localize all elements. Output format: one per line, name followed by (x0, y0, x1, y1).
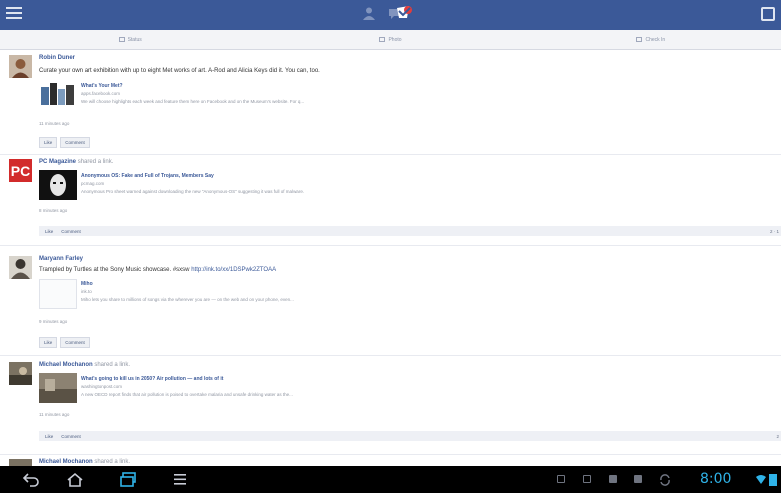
author-name[interactable]: Michael Mochanon shared a link. (39, 459, 130, 465)
avatar[interactable] (9, 55, 32, 78)
like-comment-counts[interactable]: 2 (776, 434, 779, 439)
check-in-button[interactable]: Check In (521, 30, 781, 49)
avatar[interactable] (9, 362, 32, 385)
news-feed: Robin Duner Curate your own art exhibiti… (0, 50, 781, 466)
link-thumbnail[interactable] (39, 170, 77, 200)
link-thumbnail[interactable] (39, 79, 77, 109)
link-title[interactable]: Miho (81, 281, 93, 287)
post-message: Trampled by Turtles at the Sony Music sh… (39, 267, 277, 273)
gallery-icon[interactable] (583, 475, 591, 483)
link-domain: washingtonpost.com (81, 384, 123, 389)
link-domain: ink.to (81, 289, 92, 294)
facebook-top-bar (0, 0, 781, 30)
back-icon[interactable] (22, 472, 40, 487)
author-name[interactable]: PC Magazine shared a link. (39, 159, 113, 165)
link-title[interactable]: What's Your Met? (81, 83, 123, 89)
like-button[interactable]: Like (45, 434, 53, 439)
wifi-icon (756, 475, 766, 484)
recent-apps-icon[interactable] (119, 472, 139, 488)
photo-icon[interactable] (634, 475, 642, 483)
post-actions: Like Comment (39, 337, 90, 348)
link-title[interactable]: What's going to kill us in 2050? Air pol… (81, 376, 223, 382)
post-divider (0, 245, 781, 246)
post-timestamp: 8 minutes ago (39, 208, 68, 213)
link-thumbnail[interactable] (39, 279, 77, 309)
friend-requests-icon[interactable] (362, 6, 376, 20)
post-message: Curate your own art exhibition with up t… (39, 68, 320, 74)
chat-icon[interactable] (761, 7, 775, 21)
link-domain: apps.facebook.com (81, 91, 121, 96)
status-icon (118, 37, 125, 42)
post-timestamp: 9 minutes ago (39, 319, 68, 324)
composer-action-bar: Status Photo Check In (0, 30, 781, 50)
like-button[interactable]: Like (45, 229, 53, 234)
menu-icon[interactable] (173, 472, 187, 487)
post-actions: Like Comment (39, 137, 90, 148)
link-description: We will choose highlights each week and … (81, 99, 305, 104)
svg-text:PC: PC (11, 163, 30, 179)
author-name[interactable]: Robin Duner (39, 55, 75, 61)
comment-button[interactable]: Comment (61, 229, 81, 234)
battery-icon (769, 474, 777, 486)
author-name[interactable]: Maryann Farley (39, 256, 83, 262)
notifications-icon[interactable] (393, 4, 415, 22)
post-actions-bar: Like Comment 2 (39, 431, 781, 441)
post-divider (0, 355, 781, 356)
status-clock[interactable]: 8:00 (700, 471, 731, 487)
avatar[interactable] (9, 459, 32, 466)
link-description: Anonymous Pro sheet warned against downl… (81, 189, 305, 194)
screenshot-icon[interactable] (557, 475, 565, 483)
post-timestamp: 11 minutes ago (39, 412, 70, 417)
comment-button[interactable]: Comment (60, 337, 90, 348)
menu-icon[interactable] (6, 7, 22, 21)
photo-button[interactable]: Photo (260, 30, 520, 49)
post-actions-bar: Like Comment 2 · 1 (39, 226, 781, 236)
like-button[interactable]: Like (39, 337, 58, 348)
sync-icon (660, 474, 670, 486)
post-divider (0, 154, 781, 155)
comment-button[interactable]: Comment (60, 137, 90, 148)
link-thumbnail[interactable] (39, 373, 77, 403)
system-navigation-bar: 8:00 (0, 466, 781, 493)
like-comment-counts[interactable]: 2 · 1 (770, 229, 779, 234)
status-button[interactable]: Status (0, 30, 260, 49)
check-in-icon (636, 37, 643, 42)
post-timestamp: 11 minutes ago (39, 121, 70, 126)
link-description: A new OECD report finds that air polluti… (81, 392, 293, 397)
home-icon[interactable] (66, 472, 84, 487)
avatar[interactable]: PC (9, 159, 32, 182)
like-button[interactable]: Like (39, 137, 58, 148)
post-divider (0, 454, 781, 455)
link-title[interactable]: Anonymous OS: Fake and Full of Trojans, … (81, 173, 214, 179)
photo-icon (379, 37, 386, 42)
comment-button[interactable]: Comment (61, 434, 81, 439)
camera-icon[interactable] (609, 475, 617, 483)
author-name[interactable]: Michael Mochanon shared a link. (39, 362, 130, 368)
link-domain: pcmag.com (81, 181, 105, 186)
post-message-link[interactable]: http://ink.to/xx/1DSPwk2ZTOAA (191, 267, 276, 273)
link-description: Miho lets you share to millions of songs… (81, 297, 294, 302)
avatar[interactable] (9, 256, 32, 279)
